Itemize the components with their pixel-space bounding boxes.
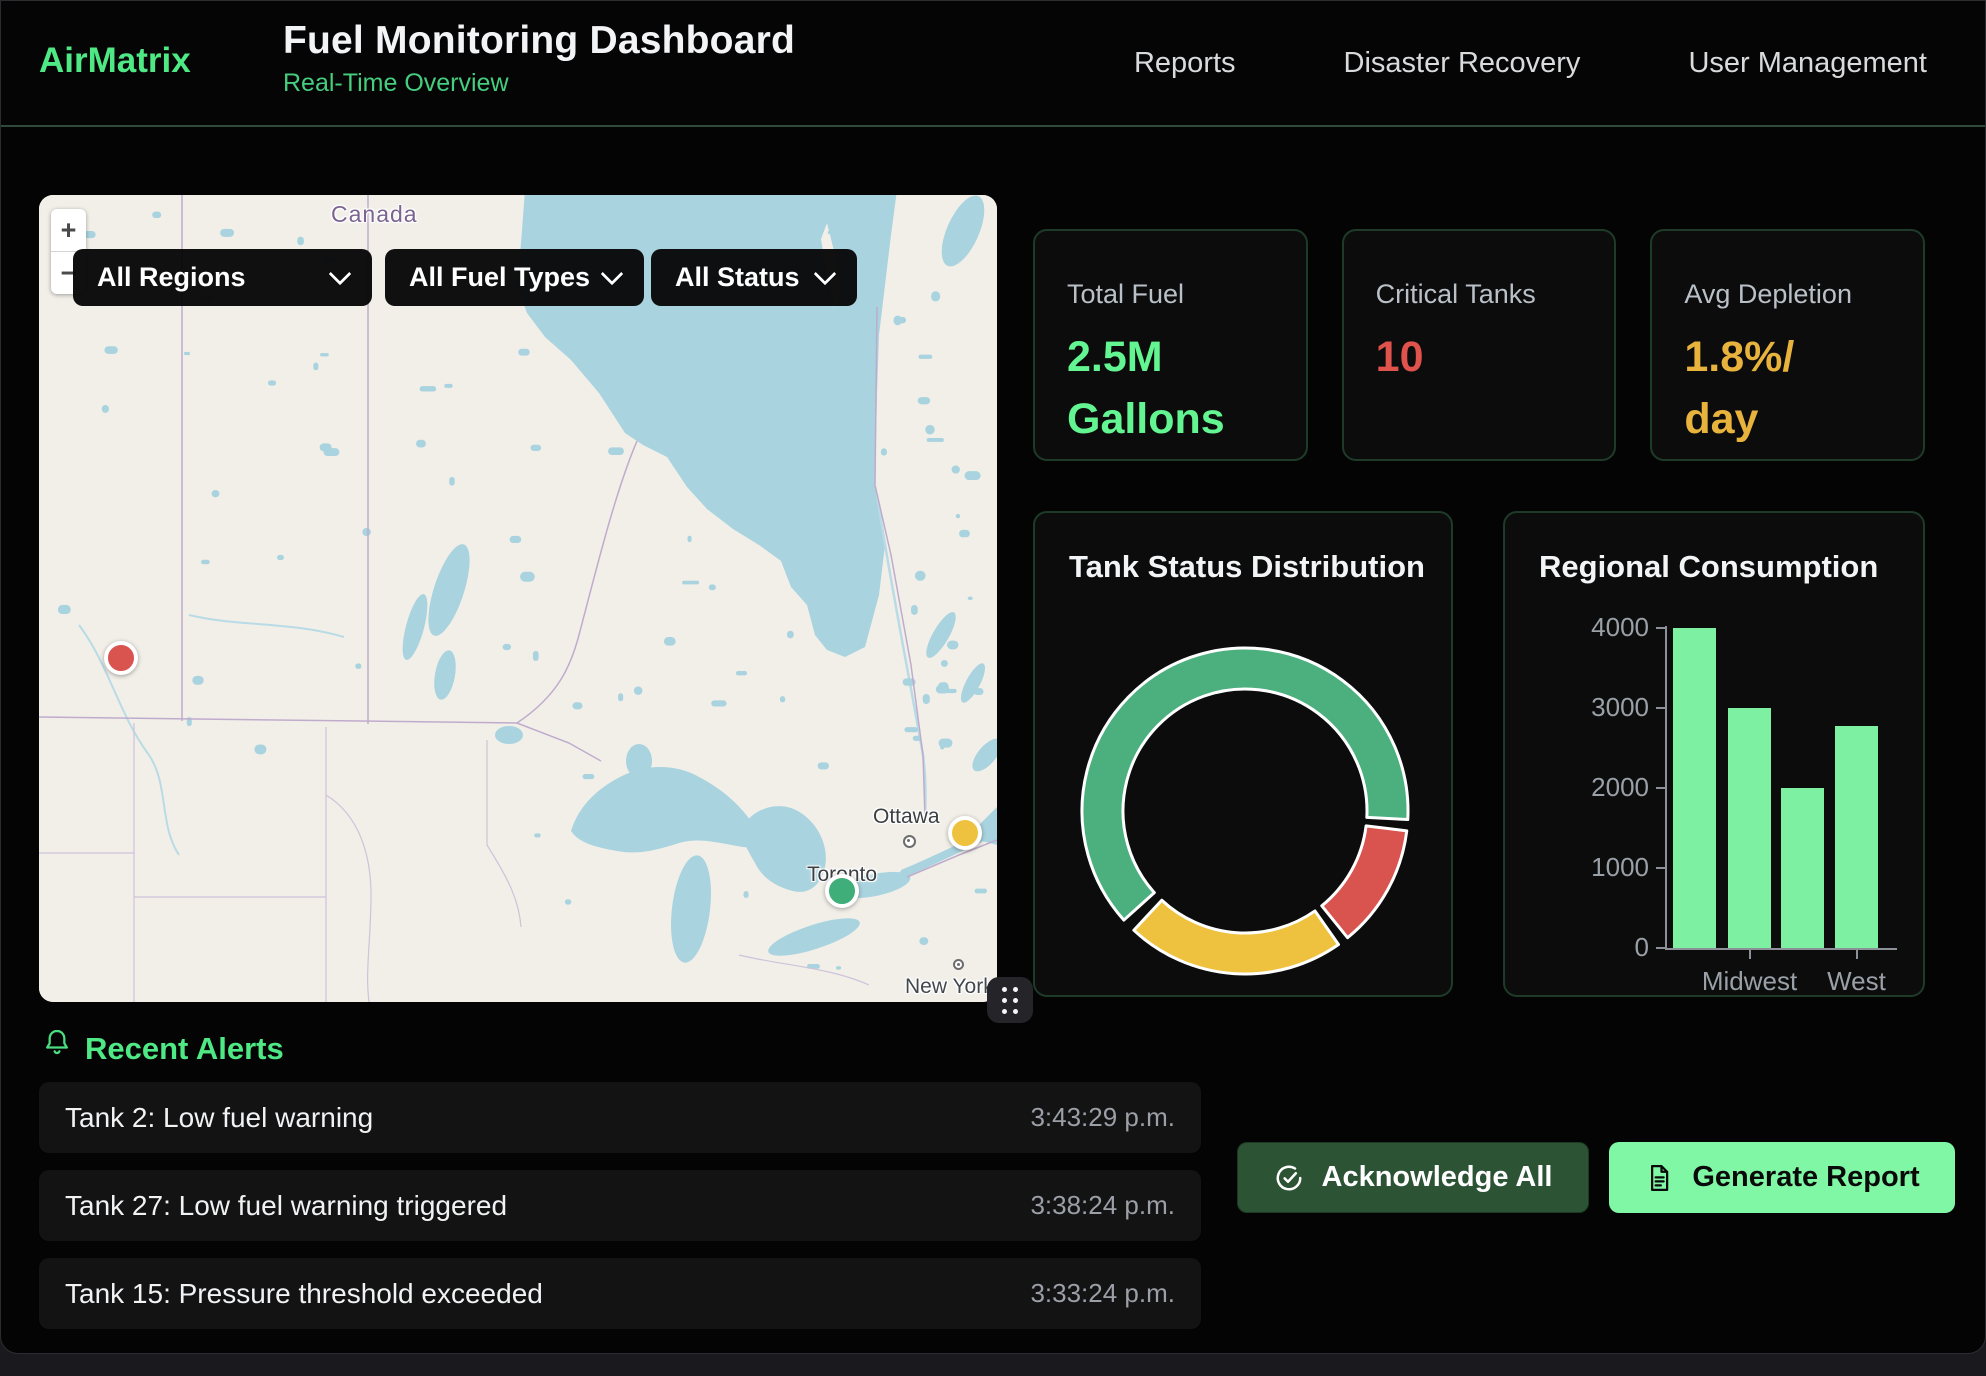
check-circle-icon xyxy=(1274,1163,1304,1193)
stat-value: 1.8%/day xyxy=(1684,326,1893,451)
map-label-canada: Canada xyxy=(331,201,418,228)
fuel-type-filter-value: All Fuel Types xyxy=(409,262,590,293)
alert-row: Tank 2: Low fuel warning 3:43:29 p.m. xyxy=(39,1082,1201,1153)
y-axis-tick-label: 1000 xyxy=(1505,852,1649,883)
chevron-down-icon xyxy=(601,263,624,286)
stat-card-critical-tanks: Critical Tanks 10 xyxy=(1342,229,1617,461)
y-axis-tick-label: 0 xyxy=(1505,932,1649,963)
y-axis-tick-label: 3000 xyxy=(1505,692,1649,723)
stat-value: 10 xyxy=(1376,326,1585,388)
title-block: Fuel Monitoring Dashboard Real-Time Over… xyxy=(283,19,795,98)
acknowledge-all-label: Acknowledge All xyxy=(1322,1161,1553,1194)
alert-time: 3:33:24 p.m. xyxy=(1030,1278,1175,1309)
alert-text: Tank 2: Low fuel warning xyxy=(65,1102,373,1134)
page-subtitle: Real-Time Overview xyxy=(283,69,795,98)
stat-label: Critical Tanks xyxy=(1376,279,1585,310)
header: AirMatrix Fuel Monitoring Dashboard Real… xyxy=(1,1,1985,127)
donut-chart-title: Tank Status Distribution xyxy=(1069,549,1425,585)
region-filter-value: All Regions xyxy=(97,262,246,293)
alerts-title: Recent Alerts xyxy=(85,1031,284,1067)
map-marker-normal[interactable] xyxy=(825,874,859,908)
nav-item-disaster-recovery[interactable]: Disaster Recovery xyxy=(1344,47,1581,80)
acknowledge-all-button[interactable]: Acknowledge All xyxy=(1237,1142,1589,1213)
main-nav: Reports Disaster Recovery User Managemen… xyxy=(1134,1,1927,125)
chevron-down-icon xyxy=(329,263,352,286)
ottawa-town-icon xyxy=(903,835,916,848)
map-panel[interactable]: Canada Ottawa Toronto New York + − All R… xyxy=(39,195,997,1002)
stat-cards: Total Fuel 2.5MGallons Critical Tanks 10… xyxy=(1033,229,1925,461)
alert-text: Tank 15: Pressure threshold exceeded xyxy=(65,1278,543,1310)
region-filter-dropdown[interactable]: All Regions xyxy=(73,249,372,306)
map-label-new-york: New York xyxy=(905,975,994,999)
fuel-type-filter-dropdown[interactable]: All Fuel Types xyxy=(385,249,644,306)
bar-region-1 xyxy=(1728,708,1771,948)
alert-row: Tank 27: Low fuel warning triggered 3:38… xyxy=(39,1170,1201,1241)
brand-logo[interactable]: AirMatrix xyxy=(39,41,191,81)
stat-value: 2.5MGallons xyxy=(1067,326,1276,451)
tank-status-donut-chart xyxy=(1073,639,1417,983)
regional-consumption-card: Regional Consumption 01000200030004000Mi… xyxy=(1503,511,1925,997)
map-marker-warning[interactable] xyxy=(948,816,982,850)
bar-region-0 xyxy=(1673,628,1716,948)
alert-text: Tank 27: Low fuel warning triggered xyxy=(65,1190,507,1222)
map-resize-handle[interactable] xyxy=(987,977,1033,1023)
report-document-icon xyxy=(1644,1163,1674,1193)
alert-time: 3:43:29 p.m. xyxy=(1030,1102,1175,1133)
nav-item-reports[interactable]: Reports xyxy=(1134,47,1236,80)
nav-item-user-management[interactable]: User Management xyxy=(1688,47,1927,80)
y-axis-tick-label: 4000 xyxy=(1505,612,1649,643)
map-marker-critical[interactable] xyxy=(104,641,138,675)
status-filter-value: All Status xyxy=(675,262,800,293)
bar-region-3 xyxy=(1835,726,1878,948)
regional-consumption-bar-chart: 01000200030004000MidwestWest xyxy=(1505,513,1927,999)
new-york-town-icon xyxy=(953,959,964,970)
status-filter-dropdown[interactable]: All Status xyxy=(651,249,857,306)
x-axis-tick-label: West xyxy=(1787,966,1927,997)
alert-row: Tank 15: Pressure threshold exceeded 3:3… xyxy=(39,1258,1201,1329)
chevron-down-icon xyxy=(814,263,837,286)
tank-status-card: Tank Status Distribution xyxy=(1033,511,1453,997)
bell-icon xyxy=(41,1027,73,1059)
app-window: AirMatrix Fuel Monitoring Dashboard Real… xyxy=(0,0,1986,1354)
stat-card-avg-depletion: Avg Depletion 1.8%/day xyxy=(1650,229,1925,461)
bar-region-2 xyxy=(1781,788,1824,948)
alert-time: 3:38:24 p.m. xyxy=(1030,1190,1175,1221)
zoom-in-button[interactable]: + xyxy=(51,209,86,251)
generate-report-label: Generate Report xyxy=(1692,1161,1919,1194)
stat-label: Avg Depletion xyxy=(1684,279,1893,310)
stat-card-total-fuel: Total Fuel 2.5MGallons xyxy=(1033,229,1308,461)
generate-report-button[interactable]: Generate Report xyxy=(1609,1142,1955,1213)
y-axis-tick-label: 2000 xyxy=(1505,772,1649,803)
map-label-ottawa: Ottawa xyxy=(873,805,940,829)
stat-label: Total Fuel xyxy=(1067,279,1276,310)
page-title: Fuel Monitoring Dashboard xyxy=(283,19,795,63)
